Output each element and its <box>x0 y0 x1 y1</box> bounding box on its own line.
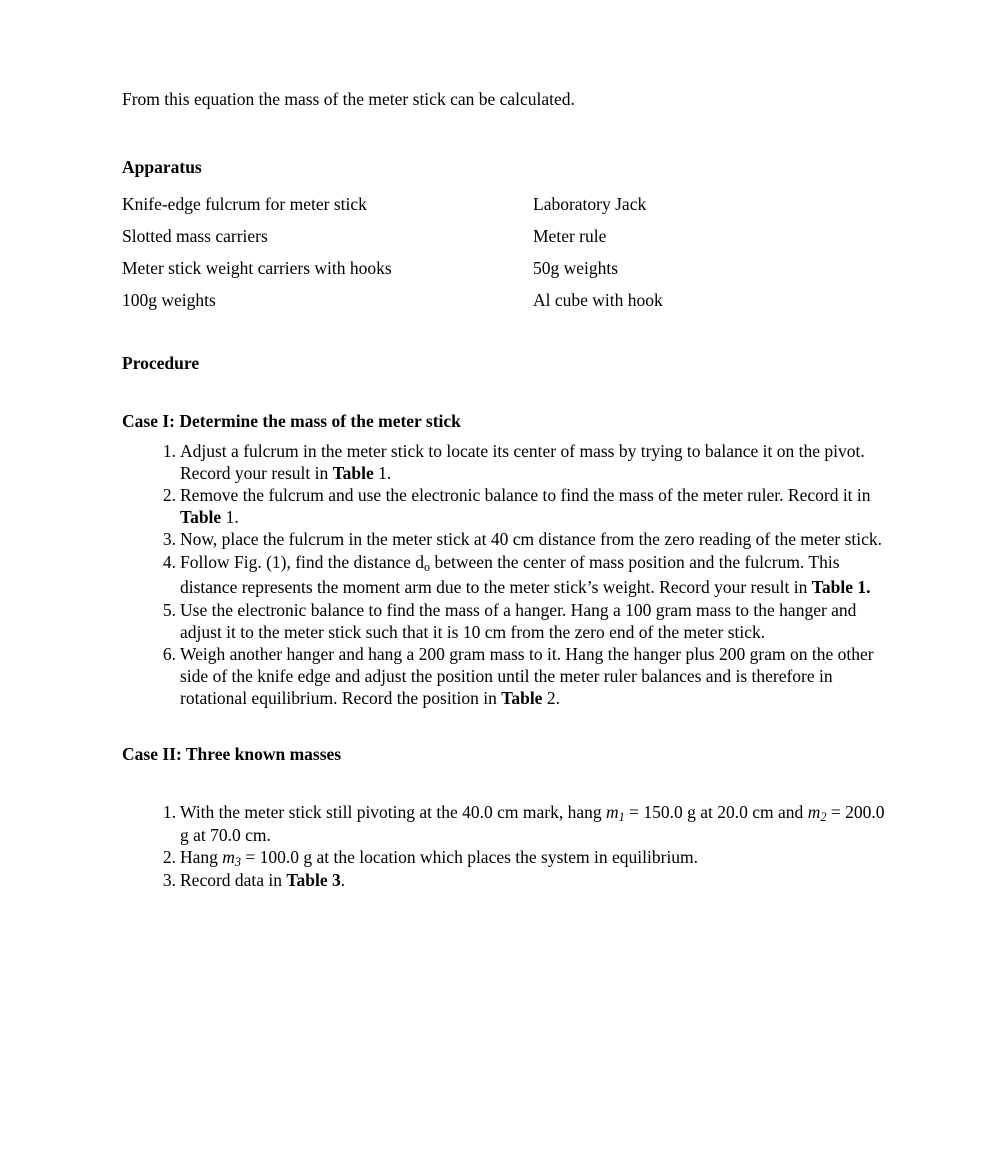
case-2-step-list: 1. With the meter stick still pivoting at… <box>122 801 886 891</box>
list-item-text: Hang m3 = 100.0 g at the location which … <box>180 847 699 870</box>
list-item: 3. Now, place the fulcrum in the meter st… <box>122 528 886 550</box>
list-item-number: 6. <box>162 644 176 664</box>
apparatus-item: 100g weights <box>122 290 216 310</box>
list-item: 6. Weigh another hanger and hang a 200 gr… <box>122 643 886 709</box>
apparatus-item: Knife-edge fulcrum for meter stick <box>122 194 367 214</box>
list-item-text: Weigh another hanger and hang a 200 gram… <box>180 644 874 708</box>
list-item-text: With the meter stick still pivoting at t… <box>180 802 885 845</box>
list-item: 1. With the meter stick still pivoting at… <box>122 801 886 846</box>
apparatus-item: Laboratory Jack <box>533 194 647 214</box>
apparatus-row: 100g weights Al cube with hook <box>122 284 886 316</box>
case-1-heading: Case I: Determine the mass of the meter … <box>122 411 461 431</box>
document-page: From this equation the mass of the meter… <box>0 0 981 1166</box>
apparatus-item: Meter stick weight carriers with hooks <box>122 258 392 278</box>
list-item-number: 4. <box>162 552 176 572</box>
list-item-text: Remove the fulcrum and use the electroni… <box>180 485 871 527</box>
list-item-number: 1. <box>162 441 176 461</box>
list-item-number: 2. <box>162 847 176 867</box>
list-item-text: Use the electronic balance to find the m… <box>180 600 857 642</box>
case-2-heading: Case II: Three known masses <box>122 744 342 764</box>
apparatus-row: Meter stick weight carriers with hooks 50… <box>122 252 886 284</box>
list-item-number: 1. <box>162 802 176 822</box>
intro-paragraph: From this equation the mass of the meter… <box>122 89 575 109</box>
case-1-step-list: 1. Adjust a fulcrum in the meter stick to… <box>122 440 886 709</box>
apparatus-list: Knife-edge fulcrum for meter stick Labora… <box>122 188 886 316</box>
list-item-text: Adjust a fulcrum in the meter stick to l… <box>180 441 865 483</box>
list-item: 2. Hang m3 = 100.0 g at the location whic… <box>122 846 886 869</box>
apparatus-row: Slotted mass carriers Meter rule <box>122 220 886 252</box>
list-item: 4. Follow Fig. (1), find the distance do … <box>122 550 886 599</box>
apparatus-row: Knife-edge fulcrum for meter stick Labora… <box>122 188 886 220</box>
list-item-text: Now, place the fulcrum in the meter stic… <box>180 529 883 549</box>
list-item-text: Record data in Table 3. <box>180 869 346 890</box>
list-item-number: 3. <box>162 869 176 890</box>
apparatus-item: Slotted mass carriers <box>122 226 268 246</box>
list-item: 5. Use the electronic balance to find the… <box>122 599 886 643</box>
apparatus-item: 50g weights <box>533 258 619 278</box>
list-item: 3. Record data in Table 3. <box>122 869 886 892</box>
list-item-number: 3. <box>162 529 176 549</box>
apparatus-heading: Apparatus <box>122 157 202 177</box>
apparatus-item: Al cube with hook <box>533 290 663 310</box>
document-content: From this equation the mass of the meter… <box>122 88 886 891</box>
list-item: 2. Remove the fulcrum and use the electro… <box>122 484 886 528</box>
list-item-text: Follow Fig. (1), find the distance do be… <box>180 552 871 597</box>
list-item-number: 5. <box>162 600 176 620</box>
apparatus-item: Meter rule <box>533 226 607 246</box>
list-item: 1. Adjust a fulcrum in the meter stick to… <box>122 440 886 484</box>
list-item-number: 2. <box>162 485 176 505</box>
procedure-heading: Procedure <box>122 353 200 373</box>
